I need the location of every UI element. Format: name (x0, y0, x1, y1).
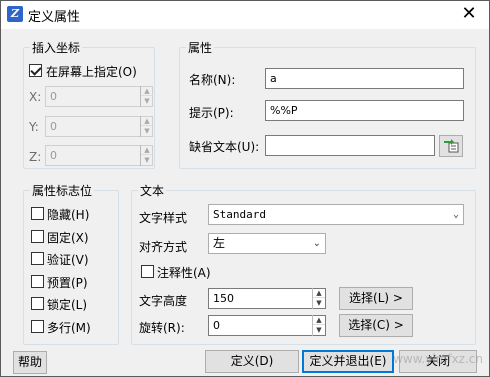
specify-on-screen-label[interactable]: 在屏幕上指定(O) (46, 63, 137, 80)
prompt-input[interactable]: %%P (265, 100, 464, 121)
prompt-label: 提示(P): (189, 106, 234, 120)
text-height-label: 文字高度 (139, 294, 188, 308)
flag-checkbox-hidden[interactable] (31, 207, 44, 220)
spin-down-icon[interactable]: ▼ (141, 126, 153, 136)
x-label: X: (29, 90, 42, 104)
text-height-spinner[interactable]: ▲ ▼ (312, 288, 325, 309)
insert-field-icon (444, 139, 459, 153)
rotation-spinner[interactable]: ▲ ▼ (312, 315, 325, 336)
spin-up-icon[interactable]: ▲ (141, 145, 153, 155)
annotative-label[interactable]: 注释性(A) (157, 264, 211, 281)
rotation-input[interactable]: 0 (208, 315, 326, 336)
align-label: 对齐方式 (139, 240, 188, 254)
annotative-checkbox[interactable] (141, 265, 154, 278)
y-input[interactable]: 0 (45, 116, 153, 137)
pick-height-button[interactable]: 选择(L) > (339, 287, 413, 310)
rotation-label: 旋转(R): (139, 321, 185, 335)
text-title: 文本 (138, 182, 167, 199)
flag-label-constant[interactable]: 固定(X) (47, 229, 89, 246)
define-and-exit-button[interactable]: 定义并退出(E) (302, 350, 394, 373)
flag-checkbox-lock[interactable] (31, 297, 44, 310)
spin-down-icon[interactable]: ▼ (141, 96, 153, 106)
text-style-select[interactable]: Standard ⌄ (208, 204, 464, 225)
close-button[interactable]: ✕ (457, 3, 481, 25)
spin-up-icon[interactable]: ▲ (141, 86, 153, 96)
define-button[interactable]: 定义(D) (205, 350, 299, 373)
default-text-input[interactable] (265, 135, 435, 156)
spin-up-icon[interactable]: ▲ (313, 315, 325, 325)
spin-down-icon[interactable]: ▼ (313, 298, 325, 308)
flag-label-multiline[interactable]: 多行(M) (47, 319, 91, 336)
align-select[interactable]: 左 ⌄ (208, 233, 326, 254)
z-input[interactable]: 0 (45, 145, 153, 166)
default-text-label: 缺省文本(U): (189, 140, 260, 154)
z-spinner[interactable]: ▲ ▼ (140, 145, 153, 166)
spin-up-icon[interactable]: ▲ (141, 116, 153, 126)
flag-label-verify[interactable]: 验证(V) (47, 251, 89, 268)
flag-label-hidden[interactable]: 隐藏(H) (47, 206, 89, 223)
flag-checkbox-multiline[interactable] (31, 320, 44, 333)
pick-rotation-button[interactable]: 选择(C) > (339, 314, 413, 337)
spin-down-icon[interactable]: ▼ (313, 325, 325, 335)
attribute-flags-title: 属性标志位 (30, 182, 95, 199)
text-style-label: 文字样式 (139, 211, 188, 225)
y-label: Y: (29, 120, 39, 134)
attribute-title: 属性 (186, 39, 215, 56)
flag-checkbox-constant[interactable] (31, 230, 44, 243)
flag-checkbox-verify[interactable] (31, 252, 44, 265)
spin-down-icon[interactable]: ▼ (141, 155, 153, 165)
flag-checkbox-preset[interactable] (31, 275, 44, 288)
name-label: 名称(N): (189, 73, 236, 87)
z-label: Z: (29, 150, 42, 164)
x-spinner[interactable]: ▲ ▼ (140, 86, 153, 107)
define-attribute-dialog: Z 定义属性 ✕ 插入坐标 在屏幕上指定(O) X: 0 ▲ ▼ Y: 0 ▲ … (0, 0, 490, 377)
app-logo-icon: Z (7, 6, 23, 22)
flag-label-preset[interactable]: 预置(P) (47, 274, 88, 291)
dialog-title: 定义属性 (28, 10, 81, 25)
flag-label-lock[interactable]: 锁定(L) (47, 296, 87, 313)
x-input[interactable]: 0 (45, 86, 153, 107)
specify-on-screen-checkbox[interactable] (29, 64, 42, 77)
name-input[interactable]: a (265, 68, 464, 89)
spin-up-icon[interactable]: ▲ (313, 288, 325, 298)
chevron-down-icon: ⌄ (312, 238, 321, 249)
text-height-input[interactable]: 150 (208, 288, 326, 309)
chevron-down-icon: ⌄ (452, 209, 459, 220)
title-bar[interactable]: Z 定义属性 ✕ (1, 1, 489, 29)
text-style-value: Standard (213, 208, 266, 221)
watermark: www.ylmfxz.cn (393, 352, 483, 366)
insert-point-title: 插入坐标 (30, 39, 83, 56)
help-button[interactable]: 帮助 (13, 351, 47, 374)
y-spinner[interactable]: ▲ ▼ (140, 116, 153, 137)
align-value: 左 (213, 236, 226, 250)
insert-field-button[interactable] (439, 135, 463, 157)
